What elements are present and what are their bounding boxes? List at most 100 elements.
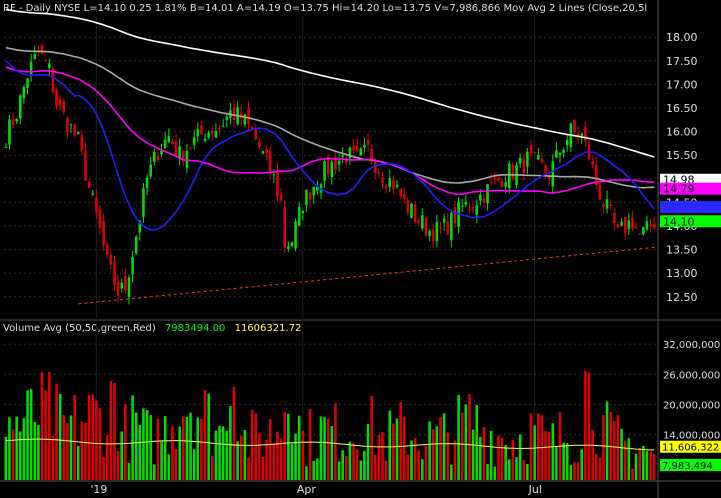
volume-bar [323, 417, 326, 480]
volume-bar [276, 431, 279, 480]
candle-body [297, 206, 301, 226]
candle-body [87, 181, 91, 188]
candle-body [355, 145, 359, 152]
volume-bar [247, 457, 250, 480]
candle-body [413, 204, 417, 223]
candle-body [623, 217, 627, 233]
volume-bar [500, 437, 504, 480]
volume-tick-label: 32,000,000 [663, 340, 720, 351]
volume-bar [594, 454, 598, 480]
candle-body [497, 177, 500, 181]
candle-body [453, 207, 457, 224]
price-tick-label: 18.00 [666, 31, 698, 44]
candle-body [276, 170, 279, 196]
candle-body [395, 184, 399, 188]
candle-body [544, 165, 547, 173]
candle-body [167, 136, 171, 143]
volume-bar [69, 415, 73, 480]
candle-body [73, 124, 76, 136]
volume-bar [486, 464, 489, 480]
candle-body [435, 221, 439, 242]
volume-bar [239, 435, 243, 480]
candle-body [540, 158, 544, 163]
ma20-line [5, 60, 655, 231]
volume-bar [439, 416, 442, 480]
candle-body [605, 199, 609, 209]
volume-bar [316, 458, 319, 480]
volume-bar [413, 438, 417, 480]
volume-bar [258, 432, 261, 480]
price-tick-label: 17.50 [666, 55, 698, 68]
volume-bar [529, 413, 533, 480]
volume-bar [40, 372, 44, 480]
volume-bar [605, 401, 609, 480]
volume-bar [116, 451, 120, 480]
candle-body [555, 150, 558, 158]
volume-bar [44, 390, 47, 480]
volume-bar [537, 413, 540, 480]
candle-body [649, 224, 652, 227]
volume-bar [171, 426, 174, 480]
volume-bar [511, 439, 515, 480]
volume-bar [174, 448, 178, 480]
candle-body [40, 44, 44, 54]
candle-body [442, 218, 446, 223]
candle-body [493, 178, 497, 180]
candle-body [620, 221, 623, 226]
volume-bar [453, 440, 457, 480]
candle-body [145, 177, 149, 188]
volume-bar [591, 429, 594, 480]
volume-bar [374, 454, 377, 480]
volume-bar [294, 433, 297, 480]
volume-bar [482, 427, 486, 480]
volume-bar [124, 404, 127, 480]
volume-bar [598, 457, 602, 480]
volume-bar [576, 461, 580, 480]
candle-body [565, 139, 569, 146]
candle-body [468, 208, 471, 210]
volume-bar [392, 423, 395, 480]
volume-bar [308, 409, 312, 480]
volume-bar [522, 460, 526, 480]
volume-bar [388, 410, 392, 480]
volume-bar [214, 430, 218, 480]
volume-bar [22, 418, 26, 480]
volume-bar [645, 450, 649, 480]
volume-bar [442, 413, 446, 480]
volume-bar [649, 451, 652, 480]
volume-bar [370, 395, 373, 480]
volume-bar [526, 463, 529, 480]
volume-bar [547, 431, 551, 480]
volume-bar [11, 429, 15, 480]
volume-bar [504, 444, 507, 480]
candle-body [580, 133, 584, 137]
candle-body [504, 182, 507, 187]
volume-bar [221, 426, 225, 480]
candle-body [254, 129, 258, 140]
volume-bar [33, 422, 37, 480]
volume-bar [421, 459, 424, 480]
volume-bar [153, 464, 156, 480]
candle-body [211, 130, 214, 134]
volume-bar [131, 395, 134, 480]
candle-body [486, 184, 489, 204]
volume-bar [508, 459, 511, 480]
candle-body [638, 233, 641, 235]
candle-body [105, 244, 109, 255]
volume-bar [544, 431, 547, 480]
volume-bar [352, 442, 355, 480]
candle-body [337, 160, 341, 165]
candle-body [127, 277, 131, 297]
candle-body [268, 150, 272, 174]
volume-bar [363, 450, 366, 480]
volume-bar [348, 441, 352, 480]
candle-body [374, 162, 377, 173]
candle-body [261, 151, 265, 154]
price-tick-label: 16.00 [666, 126, 698, 139]
ma100-line [5, 46, 655, 189]
volume-bar [366, 423, 370, 480]
candle-body [258, 141, 261, 148]
candle-body [529, 144, 533, 154]
volume-bar [62, 415, 66, 480]
price-tick-label: 12.50 [666, 291, 698, 304]
